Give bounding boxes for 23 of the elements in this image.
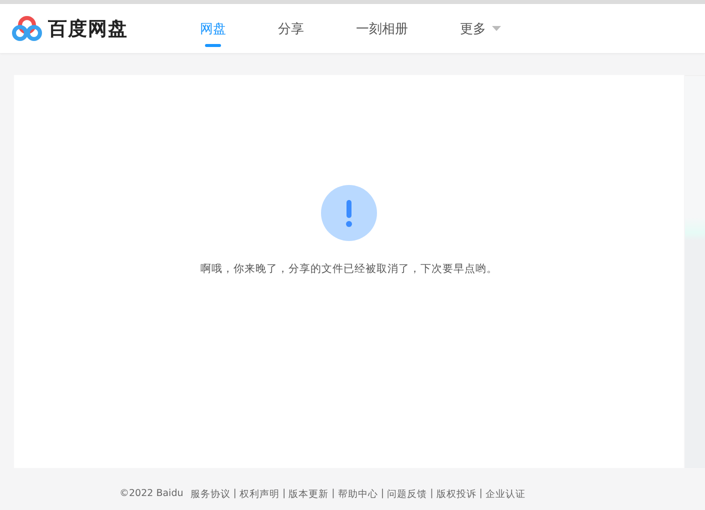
message-text: 啊哦，你来晚了，分享的文件已经被取消了，下次要早点哟。 — [200, 262, 498, 276]
footer-link[interactable]: 帮助中心 — [338, 488, 378, 501]
logo-text: 百度网盘 — [48, 16, 128, 42]
footer-link[interactable]: 版权投诉 — [436, 488, 476, 501]
separator: | — [233, 488, 236, 501]
footer-link[interactable]: 版本更新 — [288, 488, 329, 501]
nav-tab[interactable]: 网盘 — [174, 4, 252, 53]
footer-link[interactable]: 服务协议 — [190, 488, 230, 501]
separator: | — [282, 488, 286, 501]
warning-icon — [321, 185, 377, 241]
separator: | — [479, 488, 482, 501]
logo-icon — [12, 16, 42, 42]
separator: | — [380, 488, 384, 501]
caret-icon — [492, 26, 501, 31]
footer-link[interactable]: 问题反馈 — [387, 488, 428, 501]
nav-tab[interactable]: 更多 — [434, 4, 527, 53]
footer-link[interactable]: 权利声明 — [239, 488, 280, 501]
separator: | — [332, 488, 335, 501]
nav-tab[interactable]: 分享 — [252, 4, 330, 53]
nav-tab[interactable]: 一刻相册 — [330, 4, 434, 53]
footer-link[interactable]: 企业认证 — [485, 488, 526, 501]
copyright-text: ©2022 Baidu — [120, 488, 184, 501]
separator: | — [430, 488, 434, 501]
